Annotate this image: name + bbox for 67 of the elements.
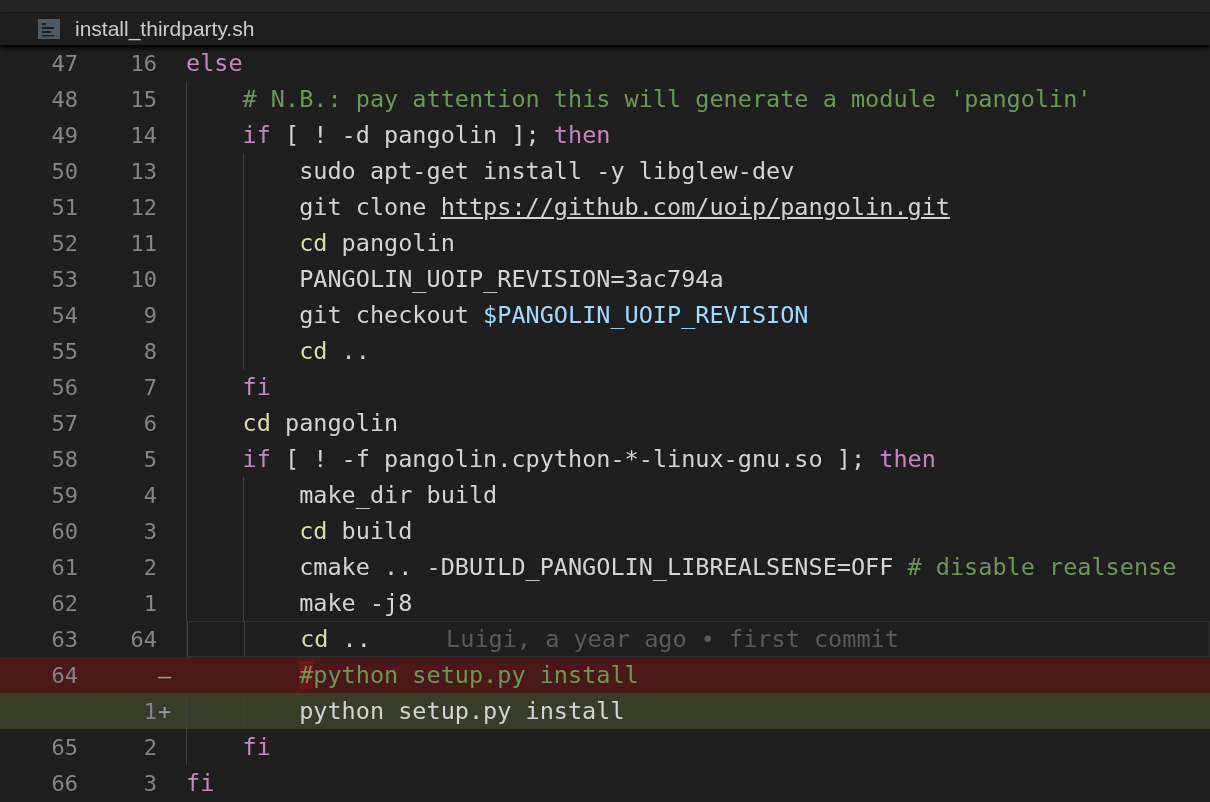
line-number: 16 bbox=[130, 50, 157, 76]
line-number: 7 bbox=[143, 374, 157, 400]
code-line: cd .. bbox=[299, 337, 370, 365]
line-number: 55 bbox=[51, 338, 78, 364]
code-line: cd pangolin bbox=[299, 229, 455, 257]
line-number: 54 bbox=[51, 302, 78, 328]
blame-annotation: Luigi, a year ago • first commit bbox=[446, 625, 899, 653]
line-number: 64 bbox=[130, 626, 157, 652]
line-number: 48 bbox=[51, 86, 78, 112]
code-line: # N.B.: pay attention this will generate a module 'pangolin' bbox=[242, 85, 1092, 113]
file-name[interactable]: install_thirdparty.sh bbox=[75, 17, 255, 41]
line-number: 58 bbox=[51, 446, 78, 472]
code-line: make_dir build bbox=[299, 481, 498, 509]
code-line: fi bbox=[186, 769, 215, 797]
line-number: 50 bbox=[51, 158, 78, 184]
line-number: 6 bbox=[143, 410, 157, 436]
line-number: 10 bbox=[130, 266, 157, 292]
line-number: 61 bbox=[51, 554, 78, 580]
line-number: 2 bbox=[143, 554, 157, 580]
code-line: fi bbox=[242, 373, 271, 401]
line-number: 66 bbox=[51, 770, 78, 796]
code-line: git clone https://github.com/uoip/pangolin.git bbox=[299, 193, 950, 221]
line-number: 4 bbox=[143, 482, 157, 508]
line-number: 63 bbox=[51, 626, 78, 652]
code-line: #python setup.py install bbox=[299, 661, 639, 689]
diff-marker: — bbox=[158, 662, 172, 688]
code-line: PANGOLIN_UOIP_REVISION=3ac794a bbox=[299, 265, 724, 293]
line-number: 14 bbox=[130, 122, 157, 148]
line-number: 1 bbox=[143, 590, 157, 616]
code-line: sudo apt-get install -y libglew-dev bbox=[299, 157, 795, 185]
line-number: 2 bbox=[143, 734, 157, 760]
line-number: 1 bbox=[143, 698, 157, 724]
line-number: 3 bbox=[143, 518, 157, 544]
line-number: 65 bbox=[51, 734, 78, 760]
line-number: 51 bbox=[51, 194, 78, 220]
line-number: 64 bbox=[51, 662, 78, 688]
line-number: 53 bbox=[51, 266, 78, 292]
diff-marker: + bbox=[158, 698, 172, 724]
code-line: python setup.py install bbox=[299, 697, 625, 725]
line-number: 8 bbox=[143, 338, 157, 364]
code-line: cmake .. -DBUILD_PANGOLIN_LIBREALSENSE=OFF # disable realsense bbox=[299, 553, 1177, 581]
line-number: 62 bbox=[51, 590, 78, 616]
line-number: 9 bbox=[143, 302, 157, 328]
line-number: 13 bbox=[130, 158, 157, 184]
code-line: make -j8 bbox=[299, 589, 413, 617]
line-number: 49 bbox=[51, 122, 78, 148]
line-number: 47 bbox=[51, 50, 78, 76]
code-line: if [ ! -f pangolin.cpython-*-linux-gnu.so ]; then bbox=[242, 445, 936, 473]
line-number: 15 bbox=[130, 86, 157, 112]
code-line: cd .. bbox=[300, 625, 371, 653]
file-icon bbox=[38, 19, 60, 39]
line-number: 11 bbox=[130, 230, 157, 256]
line-number: 60 bbox=[51, 518, 78, 544]
code-line: cd pangolin bbox=[242, 409, 399, 437]
code-line: git checkout $PANGOLIN_UOIP_REVISION bbox=[299, 301, 809, 329]
code-line: cd build bbox=[299, 517, 413, 545]
line-number: 12 bbox=[130, 194, 157, 220]
line-number: 59 bbox=[51, 482, 78, 508]
line-number: 57 bbox=[51, 410, 78, 436]
code-line: else bbox=[186, 49, 243, 77]
line-number: 56 bbox=[51, 374, 78, 400]
code-line: if [ ! -d pangolin ]; then bbox=[242, 121, 611, 149]
link[interactable]: https://github.com/uoip/pangolin.git bbox=[440, 193, 950, 221]
line-number: 52 bbox=[51, 230, 78, 256]
line-number: 5 bbox=[143, 446, 157, 472]
code-line: fi bbox=[242, 733, 271, 761]
line-number: 3 bbox=[143, 770, 157, 796]
